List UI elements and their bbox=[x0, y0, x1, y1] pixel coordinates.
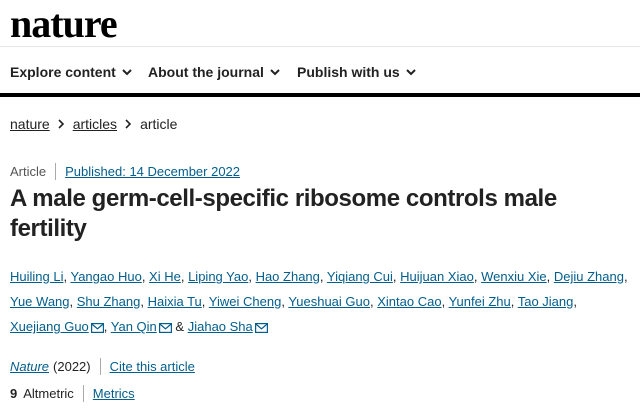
author-link[interactable]: Yangao Huo bbox=[70, 269, 141, 284]
author-link[interactable]: Yunfei Zhu bbox=[449, 294, 511, 309]
divider bbox=[82, 385, 84, 402]
breadcrumb-current: article bbox=[140, 116, 178, 132]
chevron-down-icon bbox=[122, 68, 132, 76]
author-link[interactable]: Yueshuai Guo bbox=[288, 294, 370, 309]
author-link[interactable]: Xuejiang Guo bbox=[10, 319, 89, 334]
author-link[interactable]: Tao Jiang bbox=[518, 294, 574, 309]
author-link[interactable]: Hao Zhang bbox=[256, 269, 320, 284]
author-link[interactable]: Yue Wang bbox=[10, 294, 70, 309]
author-link[interactable]: Xi He bbox=[149, 269, 181, 284]
author-list: Huiling Li, Yangao Huo, Xi He, Liping Ya… bbox=[10, 264, 634, 341]
article-type: Article bbox=[10, 164, 47, 179]
nav-explore-content[interactable]: Explore content bbox=[10, 64, 132, 80]
author-link[interactable]: Haixia Tu bbox=[148, 294, 202, 309]
divider bbox=[55, 163, 57, 180]
journal-link[interactable]: Nature bbox=[10, 359, 49, 374]
top-navigation: Explore content About the journal Publis… bbox=[0, 46, 640, 95]
nav-about-journal[interactable]: About the journal bbox=[148, 64, 280, 80]
author-link[interactable]: Jiahao Sha bbox=[188, 319, 253, 334]
author-link[interactable]: Yiqiang Cui bbox=[327, 269, 393, 284]
metrics-line: 9 Altmetric Metrics bbox=[10, 385, 135, 402]
author-link[interactable]: Wenxiu Xie bbox=[481, 269, 547, 284]
author-ampersand: & bbox=[175, 319, 185, 334]
author-link[interactable]: Shu Zhang bbox=[77, 294, 141, 309]
nav-about-journal-label: About the journal bbox=[148, 64, 264, 80]
author-link[interactable]: Dejiu Zhang bbox=[554, 269, 624, 284]
nav-explore-content-label: Explore content bbox=[10, 64, 116, 80]
author-link[interactable]: Huijuan Xiao bbox=[400, 269, 474, 284]
author-link[interactable]: Xintao Cao bbox=[377, 294, 441, 309]
author-link[interactable]: Yiwei Cheng bbox=[209, 294, 282, 309]
divider bbox=[99, 358, 101, 375]
chevron-right-icon bbox=[58, 119, 65, 129]
publication-year: (2022) bbox=[53, 359, 91, 374]
altmetric-label: Altmetric bbox=[23, 386, 74, 401]
breadcrumb-articles[interactable]: articles bbox=[73, 116, 117, 132]
metrics-link[interactable]: Metrics bbox=[93, 386, 135, 401]
site-logo[interactable]: nature bbox=[10, 2, 118, 46]
chevron-right-icon bbox=[125, 119, 132, 129]
cite-article-link[interactable]: Cite this article bbox=[110, 359, 195, 374]
chevron-down-icon bbox=[405, 68, 416, 76]
published-date[interactable]: Published: 14 December 2022 bbox=[65, 164, 240, 179]
mail-icon[interactable] bbox=[90, 316, 104, 341]
mail-icon[interactable] bbox=[158, 316, 172, 341]
author-link[interactable]: Liping Yao bbox=[188, 269, 248, 284]
header-divider bbox=[0, 93, 640, 97]
altmetric-score: 9 bbox=[10, 386, 18, 401]
breadcrumb-nature[interactable]: nature bbox=[10, 116, 50, 132]
nav-publish-with-us-label: Publish with us bbox=[297, 64, 400, 80]
nav-publish-with-us[interactable]: Publish with us bbox=[297, 64, 416, 80]
citation-line: Nature (2022) Cite this article bbox=[10, 358, 195, 375]
author-link[interactable]: Huiling Li bbox=[10, 269, 63, 284]
breadcrumb: nature articles article bbox=[10, 116, 177, 132]
article-title: A male germ-cell-specific ribosome contr… bbox=[10, 185, 557, 242]
chevron-down-icon bbox=[270, 68, 280, 76]
article-meta: Article Published: 14 December 2022 bbox=[10, 163, 240, 180]
mail-icon[interactable] bbox=[254, 316, 268, 341]
author-link[interactable]: Yan Qin bbox=[111, 319, 157, 334]
